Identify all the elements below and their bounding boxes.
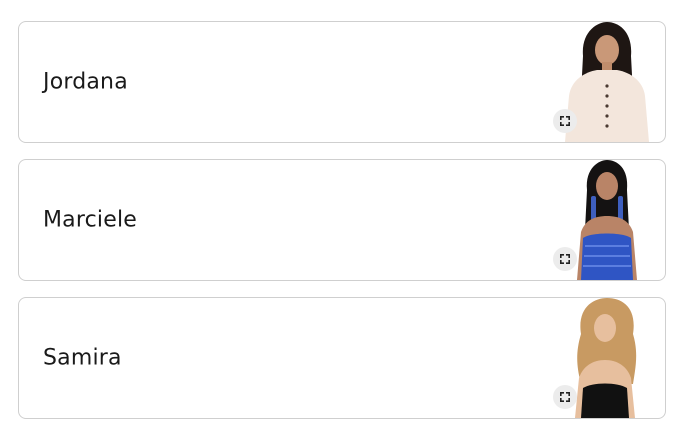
poll-option-list: Jordana Marciele Samira	[18, 21, 666, 435]
option-name: Marciele	[43, 207, 138, 233]
poll-option-marciele[interactable]: Marciele	[18, 159, 666, 281]
expand-icon	[560, 116, 570, 126]
option-name: Samira	[43, 345, 122, 371]
expand-photo-button[interactable]	[553, 247, 577, 271]
option-name: Jordana	[43, 69, 128, 95]
expand-photo-button[interactable]	[553, 109, 577, 133]
expand-icon	[560, 254, 570, 264]
expand-photo-button[interactable]	[553, 385, 577, 409]
expand-icon	[560, 392, 570, 402]
poll-option-samira[interactable]: Samira	[18, 297, 666, 419]
poll-option-jordana[interactable]: Jordana	[18, 21, 666, 143]
